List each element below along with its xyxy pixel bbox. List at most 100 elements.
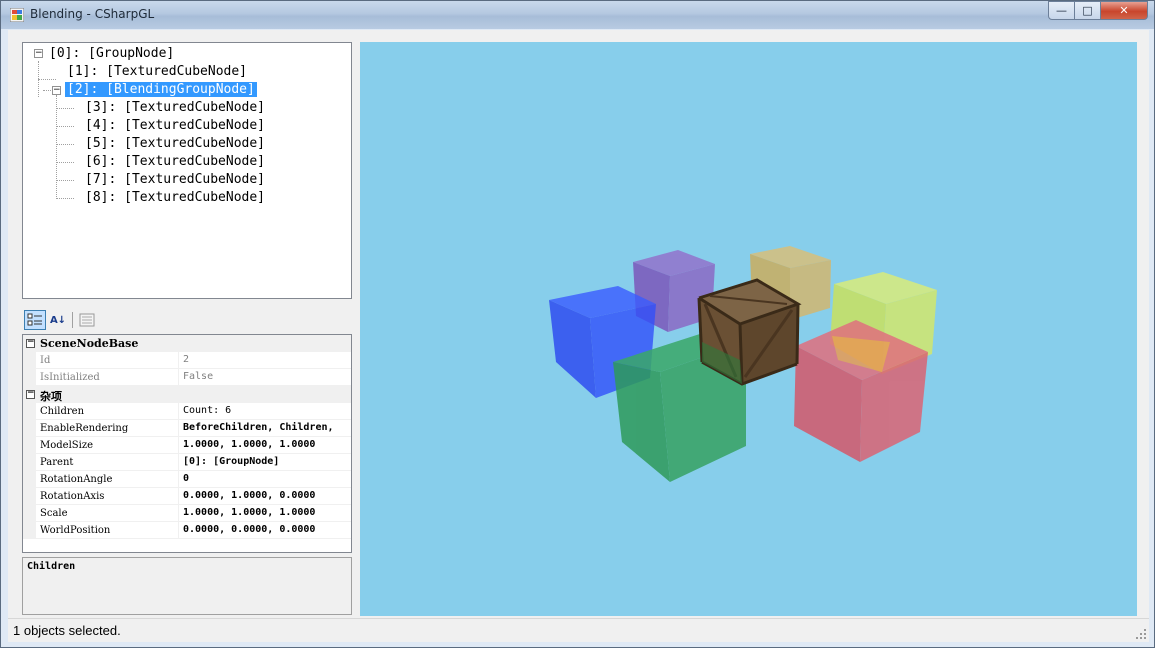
tree-node[interactable]: [6]: [TexturedCubeNode] (83, 153, 267, 171)
tree-node-label: [7]: [TexturedCubeNode] (85, 172, 266, 187)
category-header[interactable]: − SceneNodeBase (23, 335, 351, 352)
row-gutter (23, 369, 36, 386)
tree-node[interactable]: [7]: [TexturedCubeNode] (83, 171, 267, 189)
property-row[interactable]: Id 2 (23, 352, 351, 369)
close-icon: ✕ (1119, 4, 1129, 17)
tree-node[interactable]: [3]: [TexturedCubeNode] (83, 99, 267, 117)
property-value[interactable]: 0.0000, 1.0000, 0.0000 (183, 490, 350, 501)
property-value[interactable]: [0]: [GroupNode] (183, 456, 350, 467)
minimize-button[interactable]: — (1048, 1, 1075, 20)
collapse-icon[interactable]: − (26, 338, 35, 348)
tree-line (38, 79, 56, 80)
maximize-icon: □ (1082, 4, 1093, 17)
scene-tree[interactable]: − [0]: [GroupNode] [1]: [TexturedCubeNod… (22, 42, 352, 299)
property-row[interactable]: IsInitialized False (23, 369, 351, 386)
property-row[interactable]: ModelSize 1.0000, 1.0000, 1.0000 (23, 437, 351, 454)
column-divider (178, 488, 179, 505)
property-name: EnableRendering (40, 423, 129, 434)
column-divider (178, 437, 179, 454)
column-divider (178, 522, 179, 539)
tree-line (56, 108, 74, 109)
tree-line (56, 144, 74, 145)
app-icon (10, 8, 24, 22)
tree-node-label: [5]: [TexturedCubeNode] (85, 136, 266, 151)
tree-node-label: [3]: [TexturedCubeNode] (85, 100, 266, 115)
scene-render (549, 246, 937, 482)
tree-node-label: [2]: [BlendingGroupNode] (65, 82, 257, 97)
tree-line (56, 198, 74, 199)
tree-line (56, 180, 74, 181)
tree-line (56, 126, 74, 127)
row-gutter (23, 454, 36, 471)
status-text: 1 objects selected. (13, 623, 121, 638)
row-gutter (23, 522, 36, 539)
resize-grip-icon[interactable] (1136, 629, 1147, 640)
tree-line (56, 162, 74, 163)
category-header[interactable]: − 杂项 (23, 386, 351, 403)
property-value: False (183, 371, 214, 382)
property-value[interactable]: 0 (183, 473, 350, 484)
property-value[interactable]: 0.0000, 0.0000, 0.0000 (183, 524, 350, 535)
property-value: 2 (183, 354, 190, 365)
row-gutter (23, 488, 36, 505)
category-label: SceneNodeBase (40, 337, 139, 350)
title-bar[interactable]: Blending - CSharpGL — □ ✕ (1, 1, 1154, 29)
close-button[interactable]: ✕ (1100, 1, 1148, 20)
tree-node-selected[interactable]: [2]: [BlendingGroupNode] (65, 81, 257, 99)
property-value[interactable]: 1.0000, 1.0000, 1.0000 (183, 439, 350, 450)
gl-viewport[interactable] (360, 42, 1137, 616)
tree-node[interactable]: [0]: [GroupNode] (47, 45, 176, 63)
property-row[interactable]: Parent [0]: [GroupNode] (23, 454, 351, 471)
row-gutter (23, 505, 36, 522)
property-name: RotationAngle (40, 474, 113, 485)
property-row[interactable]: WorldPosition 0.0000, 0.0000, 0.0000 (23, 522, 351, 539)
property-grid-toolbar: A↓ (22, 308, 352, 333)
column-divider (178, 403, 179, 420)
property-name: Id (40, 355, 51, 366)
collapse-icon[interactable]: − (52, 86, 61, 95)
description-title: Children (27, 561, 76, 572)
column-divider (178, 420, 179, 437)
property-value[interactable]: 1.0000, 1.0000, 1.0000 (183, 507, 350, 518)
maximize-button[interactable]: □ (1074, 1, 1101, 20)
column-divider (178, 352, 179, 369)
tree-node[interactable]: [4]: [TexturedCubeNode] (83, 117, 267, 135)
column-divider (178, 471, 179, 488)
tree-node[interactable]: [8]: [TexturedCubeNode] (83, 189, 267, 207)
tree-node[interactable]: [1]: [TexturedCubeNode] (65, 63, 249, 81)
alphabetical-icon: A↓ (49, 314, 67, 326)
row-gutter (23, 437, 36, 454)
alphabetical-button[interactable]: A↓ (47, 310, 69, 330)
property-row[interactable]: EnableRendering BeforeChildren, Children… (23, 420, 351, 437)
column-divider (178, 454, 179, 471)
tree-node-label: [6]: [TexturedCubeNode] (85, 154, 266, 169)
property-row[interactable]: RotationAngle 0 (23, 471, 351, 488)
property-grid[interactable]: − SceneNodeBase Id 2 IsInitialized False… (22, 334, 352, 553)
tree-node-label: [8]: [TexturedCubeNode] (85, 190, 266, 205)
main-window: Blending - CSharpGL — □ ✕ − [0]: [GroupN… (0, 0, 1155, 648)
property-name: ModelSize (40, 440, 94, 451)
status-bar: 1 objects selected. (8, 618, 1149, 642)
collapse-icon[interactable]: − (34, 49, 43, 58)
property-row[interactable]: Scale 1.0000, 1.0000, 1.0000 (23, 505, 351, 522)
row-gutter (23, 471, 36, 488)
wooden-crate (697, 278, 802, 386)
property-value[interactable]: BeforeChildren, Children, (183, 422, 350, 433)
property-row[interactable]: RotationAxis 0.0000, 1.0000, 0.0000 (23, 488, 351, 505)
tree-node[interactable]: [5]: [TexturedCubeNode] (83, 135, 267, 153)
collapse-icon[interactable]: − (26, 389, 35, 399)
tree-node-label: [1]: [TexturedCubeNode] (67, 64, 248, 79)
tree-node-label: [0]: [GroupNode] (49, 46, 175, 61)
property-name: IsInitialized (40, 372, 100, 383)
property-name: Parent (40, 457, 74, 468)
property-row[interactable]: Children Count: 6 (23, 403, 351, 420)
category-label: 杂项 (40, 390, 62, 403)
property-pages-icon (79, 313, 95, 327)
property-pages-button[interactable] (76, 310, 98, 330)
property-name: WorldPosition (40, 525, 111, 536)
property-name: Children (40, 406, 85, 417)
row-gutter (23, 420, 36, 437)
tree-line (56, 95, 57, 199)
property-value[interactable]: Count: 6 (183, 405, 350, 416)
categorized-button[interactable] (24, 310, 46, 330)
